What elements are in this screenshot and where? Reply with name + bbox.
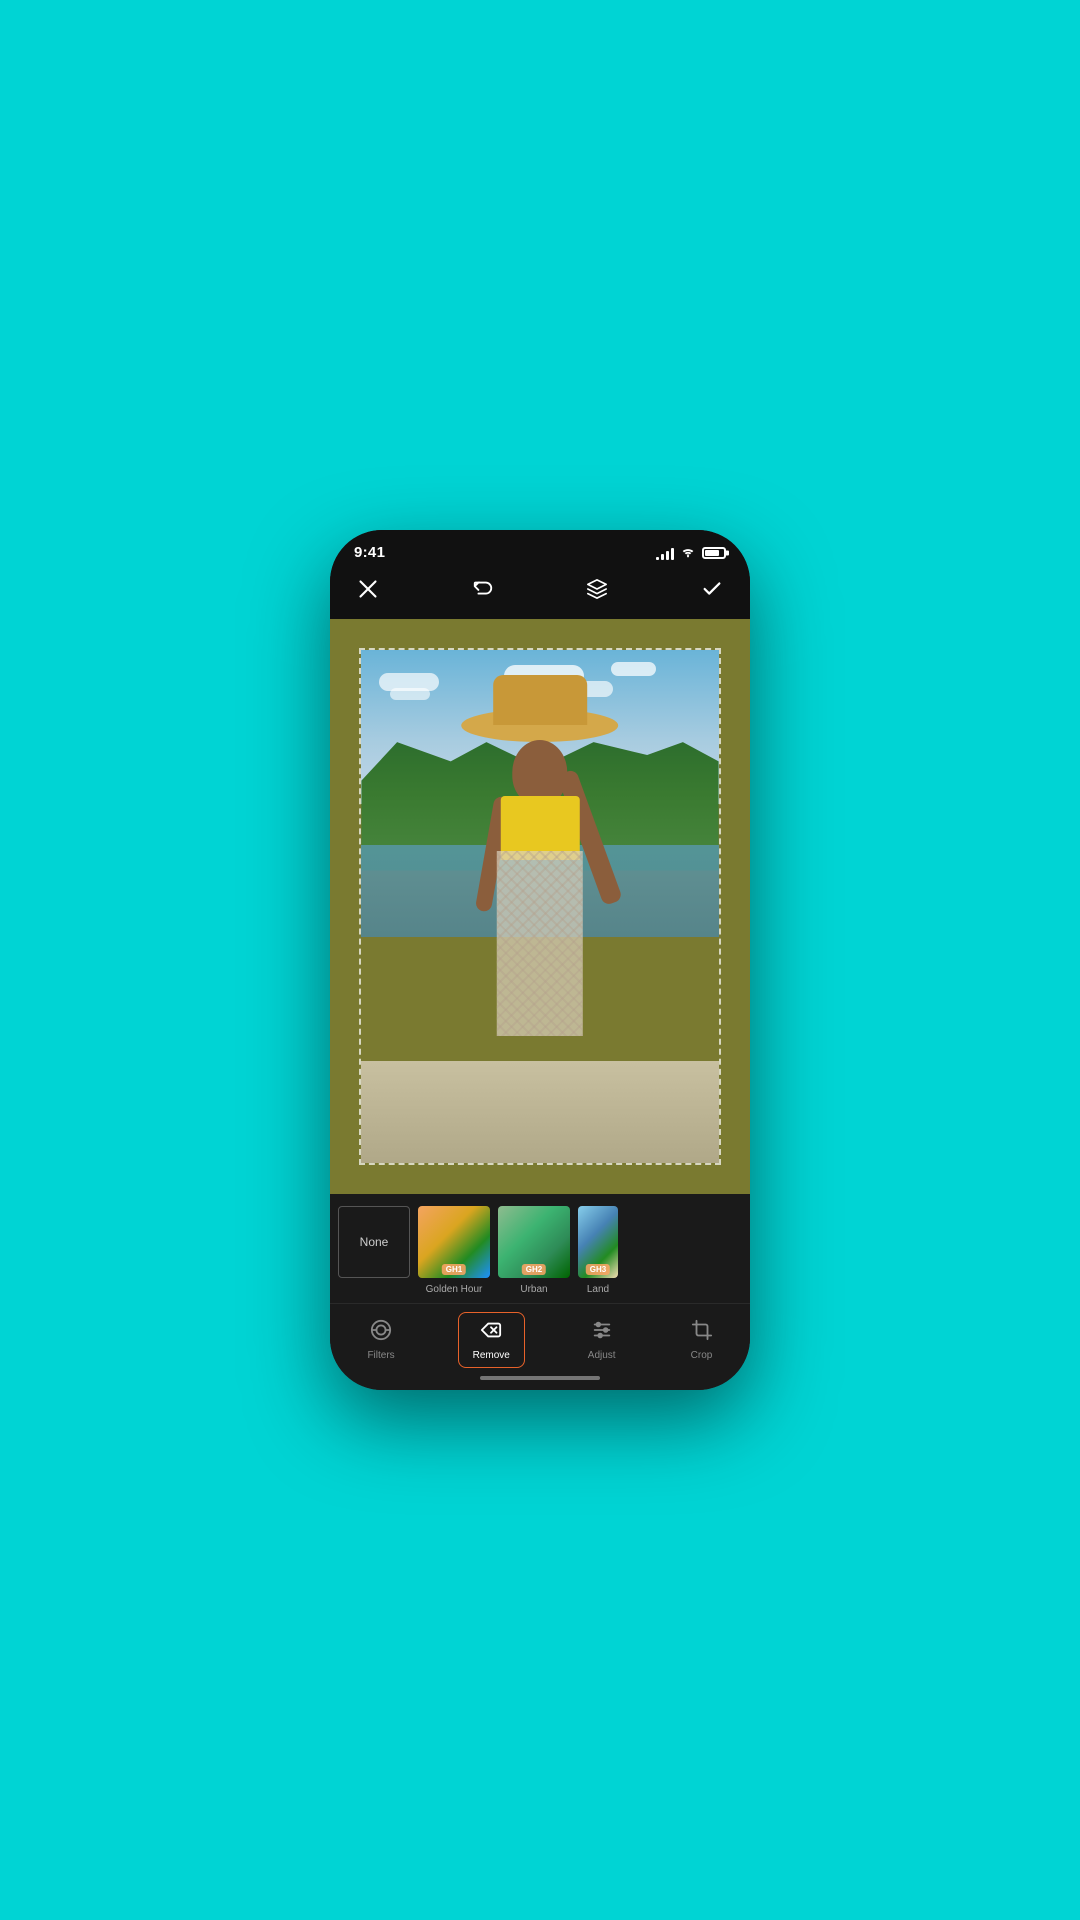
status-icons	[656, 544, 726, 561]
tab-crop-label: Crop	[691, 1350, 713, 1361]
filter-gh2[interactable]: GH2	[498, 1206, 570, 1278]
filter-none[interactable]: None	[338, 1206, 410, 1278]
cloud	[611, 662, 656, 676]
tab-crop[interactable]: Crop	[679, 1315, 725, 1365]
signal-icon	[656, 546, 674, 560]
tab-remove-label: Remove	[473, 1350, 510, 1361]
tab-filters[interactable]: Filters	[355, 1315, 406, 1365]
hat-top	[493, 675, 587, 725]
filter-gh2-label: Urban	[498, 1284, 570, 1295]
body-mid	[497, 851, 583, 1036]
filters-icon	[370, 1319, 392, 1347]
status-bar: 9:41	[330, 530, 750, 567]
filter-none-label: None	[360, 1235, 389, 1249]
home-indicator	[480, 1376, 600, 1380]
close-button[interactable]	[350, 571, 386, 607]
tab-adjust[interactable]: Adjust	[576, 1315, 628, 1365]
filter-label-row: Golden Hour Urban Land	[330, 1282, 750, 1303]
filter-gh2-badge: GH2	[522, 1264, 546, 1275]
photo-container	[359, 648, 720, 1166]
tab-remove[interactable]: Remove	[458, 1312, 525, 1368]
photo-scene	[361, 650, 718, 1164]
phone-screen: 9:41	[330, 530, 750, 1390]
filter-gh3-label: Land	[578, 1284, 618, 1295]
filter-none-spacer	[338, 1284, 410, 1295]
adjust-icon	[591, 1319, 613, 1347]
top-toolbar	[330, 567, 750, 619]
battery-icon	[702, 547, 726, 559]
filter-gh1-label: Golden Hour	[418, 1284, 490, 1295]
confirm-button[interactable]	[694, 571, 730, 607]
bottom-panel: None GH1 GH2 GH3 Golden Hour Urban	[330, 1194, 750, 1390]
remove-icon	[480, 1319, 502, 1347]
tab-adjust-label: Adjust	[588, 1350, 616, 1361]
canvas-area[interactable]	[330, 619, 750, 1194]
filter-gh1[interactable]: GH1	[418, 1206, 490, 1278]
tab-filters-label: Filters	[367, 1350, 394, 1361]
layers-button[interactable]	[579, 571, 615, 607]
undo-button[interactable]	[465, 571, 501, 607]
person-layer	[442, 675, 638, 1137]
crop-icon	[691, 1319, 713, 1347]
bottom-tabs: Filters Remove	[330, 1303, 750, 1372]
cloud	[390, 688, 430, 700]
filter-gh1-badge: GH1	[442, 1264, 466, 1275]
status-time: 9:41	[354, 544, 385, 561]
filter-row: None GH1 GH2 GH3	[330, 1194, 750, 1282]
filter-gh3[interactable]: GH3	[578, 1206, 618, 1278]
wifi-icon	[680, 544, 696, 561]
filter-gh3-badge: GH3	[586, 1264, 610, 1275]
phone-frame: 9:41	[330, 530, 750, 1390]
